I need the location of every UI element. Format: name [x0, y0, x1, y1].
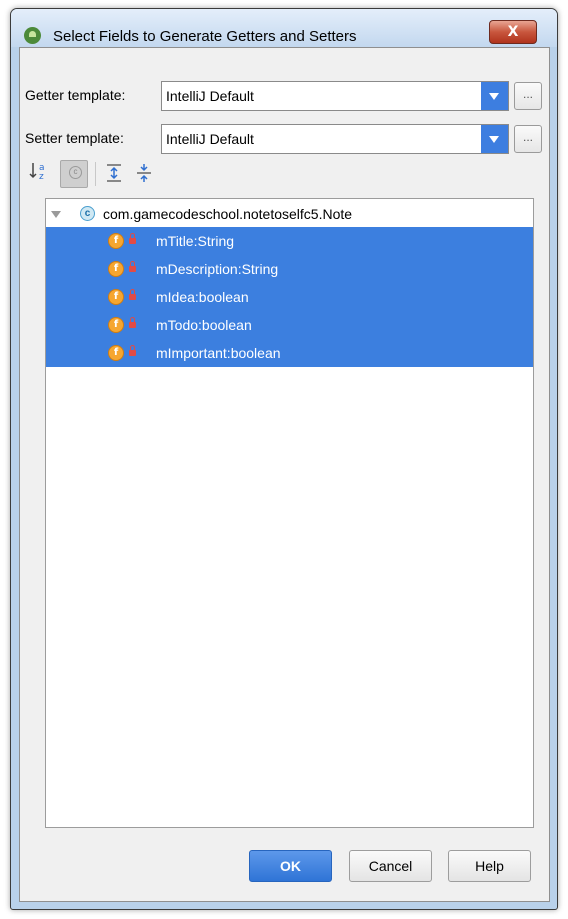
- private-lock-icon: [129, 289, 136, 300]
- field-label: mTitle:String: [156, 233, 235, 249]
- field-icon: f: [108, 317, 124, 333]
- setter-template-more-button[interactable]: ...: [514, 125, 542, 153]
- tree-field-row[interactable]: f mDescription:String: [46, 255, 533, 283]
- class-name-label: com.gamecodeschool.notetoselfc5.Note: [103, 206, 353, 222]
- chevron-down-icon[interactable]: [481, 125, 508, 153]
- tree-field-row[interactable]: f mImportant:boolean: [46, 339, 533, 367]
- ok-button[interactable]: OK: [249, 850, 332, 882]
- cancel-button[interactable]: Cancel: [349, 850, 432, 882]
- field-icon: f: [108, 345, 124, 361]
- getter-template-dropdown[interactable]: IntelliJ Default: [161, 81, 509, 111]
- getter-template-value: IntelliJ Default: [166, 88, 254, 104]
- svg-text:z: z: [39, 172, 44, 182]
- field-icon: f: [108, 261, 124, 277]
- tree-field-row[interactable]: f mIdea:boolean: [46, 283, 533, 311]
- collapse-all-icon[interactable]: [133, 162, 155, 184]
- tree-field-row[interactable]: f mTodo:boolean: [46, 311, 533, 339]
- private-lock-icon: [129, 233, 136, 244]
- class-filter-icon: c: [69, 166, 82, 179]
- field-label: mDescription:String: [156, 261, 279, 277]
- getter-template-label: Getter template:: [25, 87, 126, 103]
- expand-all-icon[interactable]: [103, 162, 125, 184]
- field-label: mImportant:boolean: [156, 345, 281, 361]
- close-icon: X: [507, 24, 519, 40]
- tree-field-row[interactable]: f mTitle:String: [46, 227, 533, 255]
- tree-expander-icon[interactable]: [51, 211, 61, 218]
- fields-tree[interactable]: c com.gamecodeschool.notetoselfc5.Note f…: [45, 198, 534, 828]
- field-icon: f: [108, 233, 124, 249]
- show-classes-toggle[interactable]: c: [60, 160, 88, 188]
- title-bar[interactable]: Select Fields to Generate Getters and Se…: [11, 9, 557, 47]
- field-label: mTodo:boolean: [156, 317, 252, 333]
- sort-alphabetically-icon[interactable]: a z: [28, 160, 50, 182]
- help-button[interactable]: Help: [448, 850, 531, 882]
- setter-template-value: IntelliJ Default: [166, 131, 254, 147]
- dialog-window: Select Fields to Generate Getters and Se…: [10, 8, 558, 910]
- field-icon: f: [108, 289, 124, 305]
- getter-template-more-button[interactable]: ...: [514, 82, 542, 110]
- private-lock-icon: [129, 345, 136, 356]
- dialog-title: Select Fields to Generate Getters and Se…: [53, 28, 357, 45]
- tree-root-node[interactable]: c com.gamecodeschool.notetoselfc5.Note: [46, 203, 533, 227]
- setter-template-dropdown[interactable]: IntelliJ Default: [161, 124, 509, 154]
- chevron-down-icon[interactable]: [481, 82, 508, 110]
- field-label: mIdea:boolean: [156, 289, 249, 305]
- setter-template-label: Setter template:: [25, 130, 124, 146]
- selection-highlight: f mTitle:String f mDescription:String f …: [46, 227, 533, 367]
- close-button[interactable]: X: [489, 20, 537, 44]
- private-lock-icon: [129, 317, 136, 328]
- class-icon: c: [80, 206, 95, 221]
- android-studio-icon: [24, 27, 41, 44]
- private-lock-icon: [129, 261, 136, 272]
- toolbar-separator: [95, 162, 96, 186]
